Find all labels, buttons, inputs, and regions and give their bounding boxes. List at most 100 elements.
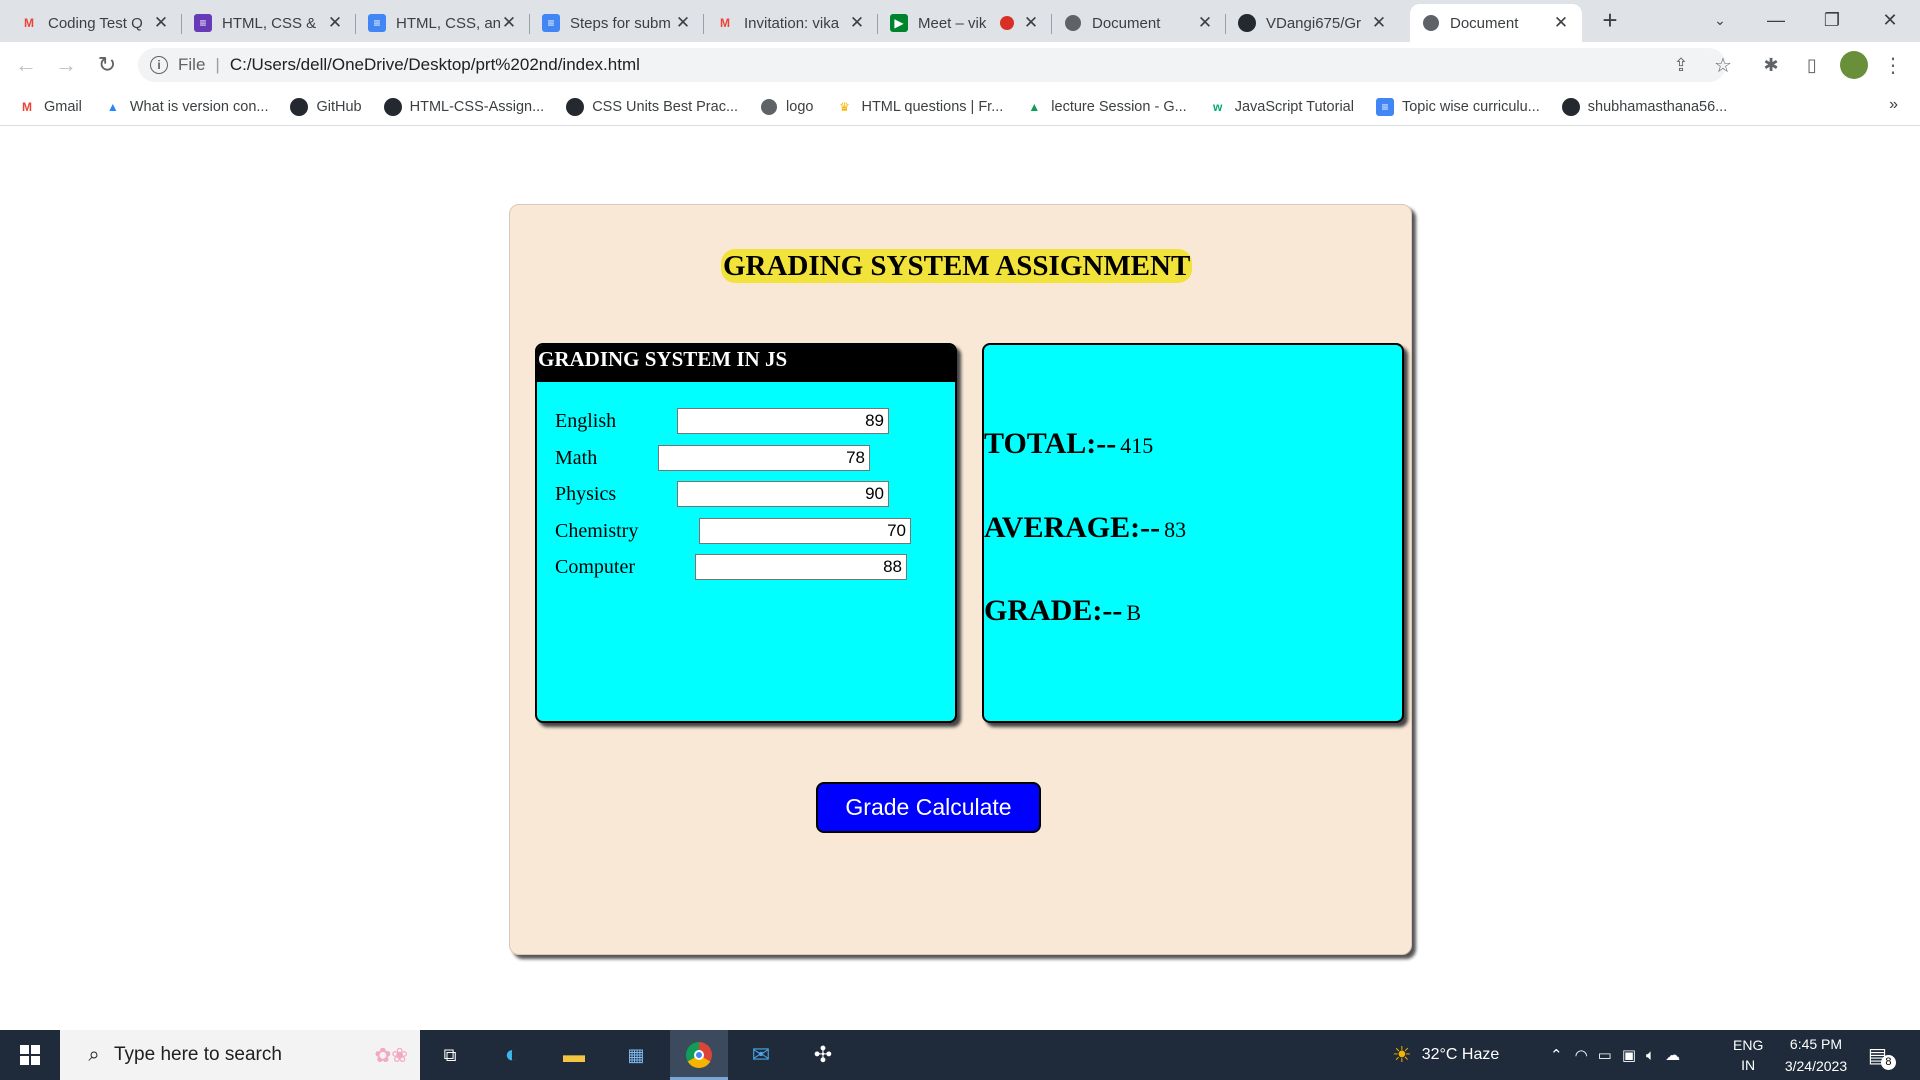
- bookmark-html-css-assign[interactable]: HTML-CSS-Assign...: [383, 97, 544, 116]
- tab-title: Invitation: vika: [744, 14, 840, 32]
- globe-icon: [1064, 14, 1082, 32]
- total-label: TOTAL:--: [984, 427, 1117, 460]
- edge-icon[interactable]: ◐: [496, 1039, 528, 1071]
- language-indicator[interactable]: ENG IN: [1733, 1030, 1763, 1080]
- subject-row-math: Math: [555, 444, 895, 472]
- close-icon[interactable]: ✕: [674, 13, 692, 33]
- tab-github[interactable]: VDangi675/Gr ✕: [1226, 4, 1400, 42]
- github-icon: [1561, 97, 1580, 116]
- tab-html-css-form[interactable]: ≡ HTML, CSS & ✕: [182, 4, 356, 42]
- volume-icon[interactable]: 🔈︎: [1646, 1047, 1655, 1064]
- bookmark-shubhamasthana[interactable]: shubhamasthana56...: [1561, 97, 1727, 116]
- start-button[interactable]: [0, 1030, 60, 1080]
- docs-icon: ≡: [542, 14, 560, 32]
- reload-icon[interactable]: ↻: [93, 51, 121, 79]
- window-close-button[interactable]: ✕: [1862, 0, 1918, 40]
- extensions-icon[interactable]: ✱: [1760, 54, 1782, 76]
- restore-button[interactable]: ❐: [1804, 0, 1860, 40]
- browser-toolbar: ← → ↻ i File | C:/Users/dell/OneDrive/De…: [0, 42, 1920, 88]
- tab-steps[interactable]: ≡ Steps for subm ✕: [530, 4, 704, 42]
- english-marks-input[interactable]: [677, 408, 889, 434]
- bookmark-star-icon[interactable]: ☆: [1712, 54, 1734, 77]
- subject-row-computer: Computer: [555, 553, 915, 581]
- clock[interactable]: 6:45 PM 3/24/2023: [1776, 1030, 1856, 1080]
- bookmark-version-control[interactable]: ▲ What is version con...: [104, 98, 269, 116]
- close-icon[interactable]: ✕: [1196, 13, 1214, 33]
- address-bar[interactable]: i File | C:/Users/dell/OneDrive/Desktop/…: [138, 48, 1726, 82]
- side-panel-icon[interactable]: ▯: [1801, 54, 1823, 76]
- bookmark-label: JavaScript Tutorial: [1234, 98, 1354, 115]
- blossom-decoration-icon: ✿❀: [374, 1044, 408, 1067]
- close-icon[interactable]: ✕: [500, 13, 518, 33]
- grade-value: B: [1126, 600, 1141, 625]
- chemistry-marks-input[interactable]: [699, 518, 911, 544]
- bookmark-html-questions[interactable]: ♛ HTML questions | Fr...: [835, 98, 1003, 116]
- close-icon[interactable]: ✕: [1552, 13, 1570, 33]
- close-icon[interactable]: ✕: [152, 13, 170, 33]
- battery-icon[interactable]: ▭: [1598, 1046, 1612, 1064]
- meet-icon: ▶: [890, 14, 908, 32]
- bookmark-gmail[interactable]: M Gmail: [18, 98, 82, 116]
- bookmark-label: HTML questions | Fr...: [861, 98, 1004, 115]
- page-title: GRADING SYSTEM ASSIGNMENT: [721, 249, 1193, 283]
- bookmarks-overflow-button[interactable]: »: [1889, 96, 1898, 114]
- bookmark-logo[interactable]: logo: [760, 98, 813, 116]
- bookmark-topic-wise[interactable]: ≡ Topic wise curriculu...: [1375, 97, 1540, 116]
- tab-html-css-doc[interactable]: ≡ HTML, CSS, an ✕: [356, 4, 530, 42]
- marks-input-panel: GRADING SYSTEM IN JS English Math Physic…: [535, 343, 957, 723]
- bookmark-label: lecture Session - G...: [1051, 98, 1187, 115]
- address-divider: |: [215, 55, 220, 74]
- tab-coding-test[interactable]: M Coding Test Q ✕: [8, 4, 182, 42]
- gmail-icon: M: [24, 16, 34, 30]
- notifications-button[interactable]: ▤ 8: [1868, 1030, 1896, 1080]
- back-arrow-icon[interactable]: ←: [12, 51, 40, 79]
- tab-search-chevron-icon[interactable]: ⌄: [1692, 0, 1748, 40]
- file-explorer-icon[interactable]: ▬: [558, 1039, 590, 1071]
- task-view-icon[interactable]: ⧉: [434, 1039, 466, 1071]
- close-icon[interactable]: ✕: [848, 13, 866, 33]
- meet-now-icon[interactable]: ▣: [1622, 1046, 1636, 1064]
- forward-arrow-icon[interactable]: →: [52, 51, 80, 79]
- share-icon[interactable]: ⇪: [1670, 54, 1692, 76]
- computer-marks-input[interactable]: [695, 554, 907, 580]
- gmail-icon: M: [22, 99, 32, 114]
- bookmark-css-units[interactable]: CSS Units Best Prac...: [566, 97, 738, 116]
- physics-marks-input[interactable]: [677, 481, 889, 507]
- close-icon[interactable]: ✕: [1370, 13, 1388, 33]
- grade-label: GRADE:--: [984, 594, 1123, 627]
- mail-icon[interactable]: ✉: [745, 1039, 777, 1071]
- search-placeholder: Type here to search: [114, 1044, 282, 1065]
- tab-meet[interactable]: ▶ Meet – vik ✕: [878, 4, 1052, 42]
- minimize-button[interactable]: —: [1748, 0, 1804, 40]
- info-icon[interactable]: i: [150, 56, 168, 74]
- bookmark-javascript-tutorial[interactable]: w JavaScript Tutorial: [1209, 98, 1354, 116]
- wifi-icon[interactable]: ◠: [1575, 1046, 1588, 1064]
- close-icon[interactable]: ✕: [326, 13, 344, 33]
- weather-widget[interactable]: ☀ 32°C Haze: [1392, 1030, 1499, 1080]
- close-icon[interactable]: ✕: [1022, 13, 1040, 33]
- windows-logo-icon: [20, 1045, 40, 1065]
- tab-document-active[interactable]: Document ✕: [1410, 4, 1582, 42]
- chevron-up-icon[interactable]: ⌃: [1550, 1046, 1563, 1064]
- page-content: GRADING SYSTEM ASSIGNMENT GRADING SYSTEM…: [0, 127, 1920, 1030]
- bookmark-github[interactable]: GitHub: [290, 97, 362, 116]
- search-icon: ⌕: [88, 1043, 100, 1066]
- bookmark-lecture-session[interactable]: ▲ lecture Session - G...: [1025, 98, 1186, 116]
- tab-document[interactable]: Document ✕: [1052, 4, 1226, 42]
- menu-kebab-icon[interactable]: ⋮: [1882, 54, 1904, 77]
- store-icon[interactable]: ▦: [620, 1039, 652, 1071]
- tab-invitation[interactable]: M Invitation: vika ✕: [704, 4, 878, 42]
- language-bottom: IN: [1741, 1057, 1756, 1073]
- taskbar-search[interactable]: ⌕ Type here to search ✿❀: [60, 1030, 420, 1080]
- new-tab-button[interactable]: +: [1584, 0, 1636, 40]
- docs-icon: ≡: [368, 14, 386, 32]
- slack-icon[interactable]: ✣: [807, 1039, 839, 1071]
- math-marks-input[interactable]: [658, 445, 870, 471]
- scheme-label: File: [178, 55, 206, 74]
- globe-icon: [1422, 14, 1440, 32]
- chrome-icon[interactable]: [683, 1039, 715, 1071]
- onedrive-icon[interactable]: ☁: [1665, 1046, 1680, 1064]
- grade-calculate-button[interactable]: Grade Calculate: [816, 782, 1041, 833]
- avatar[interactable]: [1840, 51, 1868, 79]
- drive-icon: ▲: [1028, 99, 1041, 114]
